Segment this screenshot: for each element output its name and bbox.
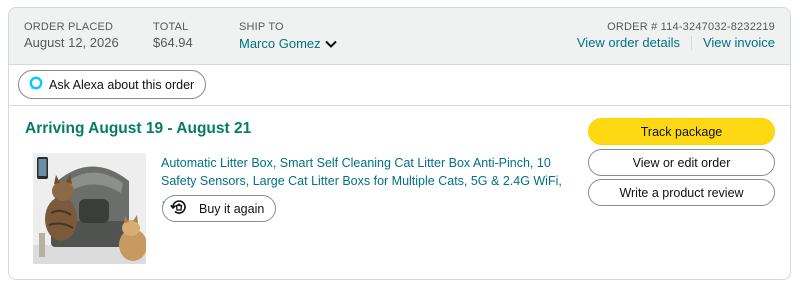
header-links: View order details View invoice (577, 35, 775, 50)
total-value: $64.94 (153, 35, 193, 50)
ship-to-dropdown[interactable]: Marco Gomez (239, 36, 337, 51)
order-header: ORDER PLACED August 12, 2026 TOTAL $64.9… (9, 8, 790, 65)
product-image[interactable] (33, 153, 146, 264)
chevron-down-icon (324, 40, 337, 48)
buy-again-label: Buy it again (199, 201, 265, 216)
view-order-details-link[interactable]: View order details (577, 35, 680, 50)
ship-to-label: SHIP TO (239, 21, 284, 33)
buy-again-button[interactable]: Buy it again (162, 195, 277, 222)
track-package-button[interactable]: Track package (588, 118, 775, 145)
order-card: ORDER PLACED August 12, 2026 TOTAL $64.9… (8, 7, 791, 280)
total-label: TOTAL (153, 21, 189, 33)
alexa-ring-icon (29, 76, 43, 93)
ship-to-name: Marco Gomez (239, 36, 321, 51)
write-product-review-button[interactable]: Write a product review (588, 179, 775, 206)
buy-again-icon (169, 197, 189, 220)
order-placed-value: August 12, 2026 (24, 35, 119, 50)
order-placed-label: ORDER PLACED (24, 21, 114, 33)
view-invoice-link[interactable]: View invoice (703, 35, 775, 50)
view-or-edit-order-button[interactable]: View or edit order (588, 149, 775, 176)
ask-alexa-label: Ask Alexa about this order (49, 77, 195, 92)
order-number: ORDER # 114-3247032-8232219 (607, 21, 775, 33)
link-divider (690, 35, 692, 50)
alexa-row: Ask Alexa about this order (9, 65, 790, 106)
ask-alexa-button[interactable]: Ask Alexa about this order (18, 70, 207, 99)
arriving-status: Arriving August 19 - August 21 (25, 120, 252, 137)
